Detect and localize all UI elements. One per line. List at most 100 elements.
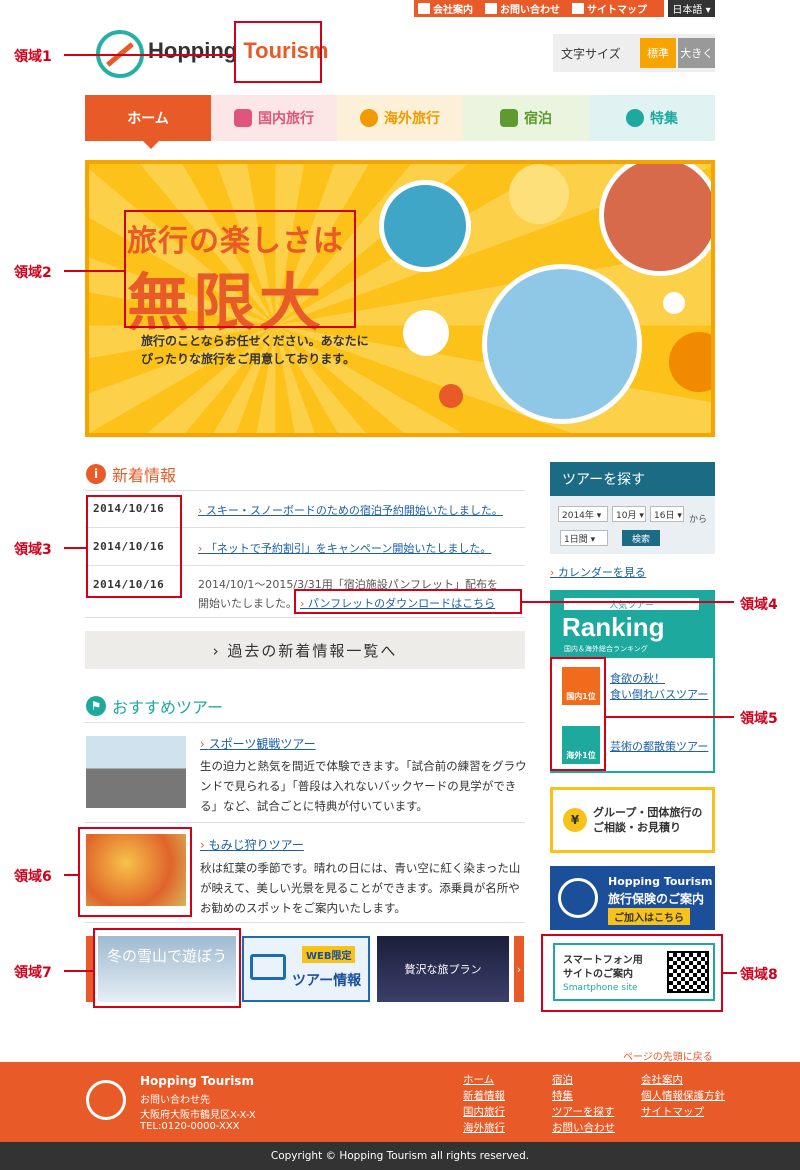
footer-contact-label: お問い合わせ先: [140, 1095, 210, 1106]
footer-link-home[interactable]: ホーム: [463, 1072, 494, 1087]
building-icon: [418, 2, 430, 14]
group-travel-text: グループ・団体旅行の ご相談・お見積り: [593, 805, 702, 835]
domestic-rank-link[interactable]: 食い倒れバスツアー: [610, 686, 708, 702]
region-5-box: [550, 657, 606, 771]
tour-search-heading: ツアーを探す: [550, 462, 715, 496]
font-size-label: 文字サイズ: [561, 46, 621, 61]
contact-label: お問い合わせ: [500, 4, 560, 16]
hotel-icon: [500, 109, 518, 127]
duration-select[interactable]: 1日間 ▾: [560, 530, 608, 546]
footer-tel: TEL:0120-0000-XXX: [140, 1121, 240, 1132]
footer-link-company[interactable]: 会社案内: [641, 1072, 683, 1087]
search-button[interactable]: 検索: [622, 530, 660, 546]
company-label: 会社案内: [433, 4, 473, 16]
nav-lodging-label: 宿泊: [524, 111, 552, 127]
region-2-box: [124, 210, 356, 328]
footer: Hopping Tourism お問い合わせ先 大阪府大阪市鶴見区X-X-X T…: [0, 1062, 800, 1142]
footer-link-lodging[interactable]: 宿泊: [552, 1072, 573, 1087]
region-7-box: [93, 928, 241, 1008]
insurance-brand: Hopping Tourism: [608, 875, 713, 888]
deco-circle: [509, 164, 569, 224]
contact-link[interactable]: お問い合わせ: [485, 1, 560, 16]
news-link[interactable]: 「ネットで予約割引」をキャンペーン開始いたしました。: [198, 540, 491, 556]
divider: [85, 822, 525, 823]
news-link[interactable]: スキー・スノーボードのための宿泊予約開始いたしました。: [198, 502, 503, 518]
calendar-link[interactable]: › カレンダーを見る: [550, 564, 646, 580]
domestic-rank-link[interactable]: 食欲の秋！: [610, 670, 665, 686]
region-5-pointer: [606, 716, 734, 718]
region-4-pointer: [522, 601, 734, 603]
region-6-box: [78, 827, 192, 917]
region-8-label: 領域8: [740, 967, 778, 983]
tour-description: 生の迫力と熱気を間近で体験できます。「試合前の練習をグラウンドで見られる」「普段…: [200, 759, 527, 813]
tour-name: もみじ狩りツアー: [208, 838, 304, 852]
nav-home[interactable]: ホーム: [85, 95, 211, 149]
web-tour-banner[interactable]: WEB限定 ツアー情報: [242, 936, 370, 1002]
region-4-label: 領域4: [740, 597, 778, 613]
footer-link-news[interactable]: 新着情報: [463, 1088, 505, 1103]
beach-photo: [379, 180, 471, 272]
region-4-box: [294, 589, 522, 614]
nav-overseas-label: 海外旅行: [384, 111, 440, 127]
deco-circle: [663, 292, 685, 314]
globe-icon: [360, 109, 378, 127]
flag-icon: ⚑: [86, 696, 106, 716]
stadium-photo[interactable]: [86, 736, 186, 808]
carousel-next-button[interactable]: ›: [514, 936, 524, 1002]
year-select[interactable]: 2014年 ▾: [558, 506, 608, 522]
day-select[interactable]: 16日 ▾: [650, 506, 684, 522]
month-select[interactable]: 10月 ▾: [612, 506, 646, 522]
nav-special[interactable]: 特集: [589, 95, 715, 141]
tour-link[interactable]: › スポーツ観戦ツアー: [200, 735, 316, 752]
page-top-link[interactable]: ページの先頭に戻る: [623, 1048, 713, 1063]
footer-link-contact[interactable]: お問い合わせ: [552, 1120, 615, 1135]
suitcase-icon: [234, 109, 252, 127]
web-tour-label: ツアー情報: [292, 973, 362, 989]
company-link[interactable]: 会社案内: [418, 1, 473, 16]
group-travel-banner[interactable]: ¥ グループ・団体旅行の ご相談・お見積り: [550, 787, 715, 853]
ranking-caption: 国内＆海外総合ランキング: [564, 645, 648, 653]
web-only-tag: WEB限定: [302, 946, 356, 963]
group-line2: ご相談・お見積り: [593, 821, 681, 834]
copyright: Copyright © Hopping Tourism all rights r…: [0, 1142, 800, 1170]
past-news-button[interactable]: › 過去の新着情報一覧へ: [85, 631, 525, 669]
insurance-banner[interactable]: Hopping Tourism 旅行保険のご案内 ご加入はこちら: [550, 866, 715, 930]
tour-link[interactable]: › もみじ狩りツアー: [200, 836, 304, 853]
divider: [85, 722, 525, 723]
region-8-box: [541, 934, 723, 1012]
region-8-pointer: [723, 972, 737, 974]
logo-part1: Hopping: [148, 38, 238, 63]
footer-link-overseas[interactable]: 海外旅行: [463, 1120, 505, 1135]
region-2-label: 領域2: [14, 265, 52, 281]
footer-link-privacy[interactable]: 個人情報保護方針: [641, 1088, 725, 1103]
font-size-switcher: 文字サイズ 標準 大きく: [553, 34, 716, 72]
group-line1: グループ・団体旅行の: [593, 806, 703, 819]
ranking-title: Ranking: [562, 612, 665, 642]
region-5-label: 領域5: [740, 711, 778, 727]
footer-brand: Hopping Tourism: [140, 1074, 254, 1088]
calendar-label: カレンダーを見る: [557, 566, 646, 579]
region-1-box: [234, 21, 322, 83]
luxury-plan-banner[interactable]: 贅沢な旅プラン: [377, 936, 509, 1002]
footer-link-sitemap[interactable]: サイトマップ: [641, 1104, 704, 1119]
nav-domestic[interactable]: 国内旅行: [211, 95, 337, 141]
info-icon: i: [86, 464, 106, 484]
nav-lodging[interactable]: 宿泊: [463, 95, 589, 141]
font-large-button[interactable]: 大きく: [678, 38, 716, 68]
footer-link-domestic[interactable]: 国内旅行: [463, 1104, 505, 1119]
tour-description: 秋は紅葉の季節です。晴れの日には、青い空に紅く染まった山が映えて、美しい光景を見…: [200, 861, 521, 915]
overseas-rank-link[interactable]: 芸術の都散策ツアー: [610, 738, 708, 754]
region-7-pointer: [64, 970, 93, 972]
autumn-photo: [599, 164, 711, 276]
font-standard-button[interactable]: 標準: [639, 38, 677, 68]
from-label: から: [689, 515, 708, 525]
divider: [85, 922, 525, 923]
nav-overseas[interactable]: 海外旅行: [337, 95, 463, 141]
footer-link-special[interactable]: 特集: [552, 1088, 573, 1103]
language-select[interactable]: 日本語 ▾: [668, 0, 715, 17]
sitemap-link[interactable]: サイトマップ: [572, 1, 647, 16]
jumping-people-photo: [482, 264, 642, 424]
region-2-pointer: [64, 270, 124, 272]
footer-link-search[interactable]: ツアーを探す: [552, 1104, 614, 1119]
news-text: 開始いたしました。: [198, 597, 297, 610]
